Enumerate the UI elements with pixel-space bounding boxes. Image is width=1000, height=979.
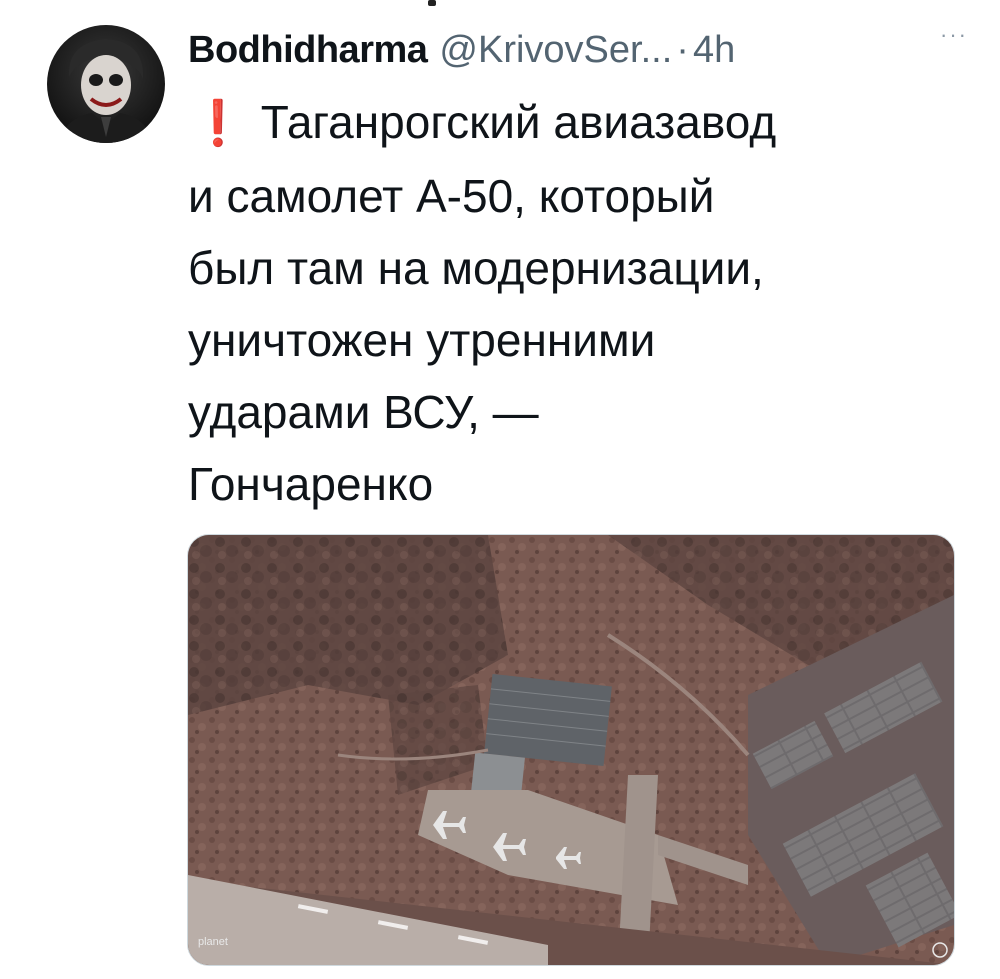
author-display-name[interactable]: Bodhidharma (188, 29, 428, 72)
avatar[interactable] (47, 25, 165, 143)
previous-tweet-edge (0, 0, 1000, 8)
tweet-text-line: ❗ Таганрогский авиазавод (188, 86, 978, 160)
author-handle[interactable]: @KrivovSer... (439, 29, 672, 72)
joker-avatar-icon (47, 25, 165, 143)
satellite-image: planet (188, 535, 954, 965)
tweet-card[interactable]: Bodhidharma @KrivovSer... · 4h ··· ❗ Таг… (0, 0, 1000, 979)
header-separator: · (676, 28, 689, 71)
tweet-timestamp[interactable]: 4h (693, 29, 735, 72)
tweet-media-image[interactable]: planet (187, 534, 955, 966)
exclamation-icon: ❗ (190, 99, 246, 148)
more-options-icon[interactable]: ··· (940, 22, 968, 48)
tweet-text-line: и самолет А-50, который (188, 170, 715, 222)
tweet-text-line: ударами ВСУ, — (188, 386, 539, 438)
tweet-text: ❗ Таганрогский авиазавод и самолет А-50,… (188, 86, 978, 520)
divider-mark (428, 0, 436, 6)
tweet-header: Bodhidharma @KrivovSer... · 4h (188, 25, 968, 75)
tweet-text-line: уничтожен утренними (188, 314, 656, 366)
planet-watermark: planet (198, 936, 228, 948)
tweet-text-line: Гончаренко (188, 458, 434, 510)
tweet-text-line: был там на модернизации, (188, 242, 764, 294)
